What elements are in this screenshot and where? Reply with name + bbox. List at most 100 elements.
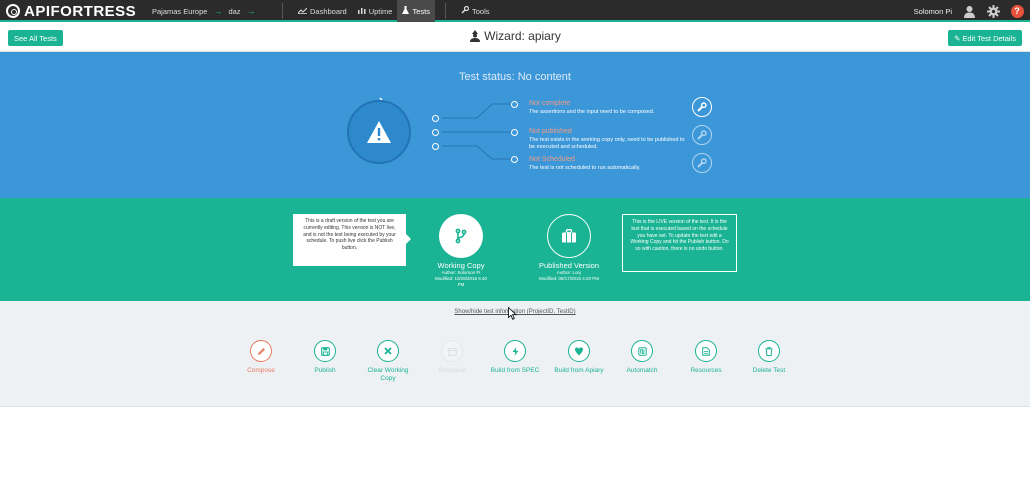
nav-uptime-label: Uptime [368, 6, 393, 16]
resources-button[interactable]: Resources [676, 340, 736, 375]
status-dot [432, 115, 439, 122]
automatch-label: Automatch [626, 367, 658, 374]
working-copy-name: Working Copy [437, 261, 485, 270]
page-title-text: Wizard: apiary [484, 29, 561, 43]
nav-tools-label: Tools [471, 6, 490, 16]
clear-working-copy-label: Clear Working Copy [367, 367, 409, 383]
warning-icon [367, 121, 391, 143]
status-dot [511, 129, 518, 136]
pencil-icon: ✎ [954, 33, 961, 43]
working-copy-modified: Modified: 10/28/2016 5:40 PM [434, 275, 488, 287]
working-copy[interactable]: Working Copy Author: Solomon Pi Modified… [431, 214, 491, 288]
nav-tools[interactable]: Tools [456, 0, 495, 22]
fix-complete-button[interactable] [692, 97, 712, 117]
branch-icon [455, 228, 467, 244]
status-connector-lines [379, 97, 511, 160]
status-warning-circle [347, 100, 411, 164]
logo-icon [6, 4, 20, 18]
flask-icon [402, 6, 410, 16]
wrench-icon [697, 158, 707, 168]
edit-test-details-label: Edit Test Details [962, 33, 1016, 43]
published-version[interactable]: Published Version Author: Lory Modified:… [529, 214, 609, 282]
nav-divider [282, 3, 283, 19]
resources-label: Resources [690, 367, 722, 374]
versions-panel: This is a draft version of the test you … [0, 198, 1030, 301]
status-item-title: Not complete [529, 100, 571, 107]
status-item-desc: The test exists in the working copy only… [529, 136, 685, 150]
status-item-desc: The test is not scheduled to run automat… [529, 164, 641, 171]
mouse-cursor-icon [508, 306, 517, 325]
main-nav: Dashboard Uptime Tests Tools [272, 0, 495, 22]
build-from-apiary-button[interactable]: Build from Apiary [549, 340, 609, 375]
status-dot [511, 156, 518, 163]
document-icon [695, 340, 717, 362]
publish-button[interactable]: Publish [295, 340, 355, 375]
nav-divider [444, 3, 446, 19]
status-item-desc: The assertions and the input need to be … [529, 108, 655, 115]
wrench-icon [697, 102, 707, 112]
logo[interactable]: APIFORTRESS [6, 2, 136, 20]
clear-working-copy-button[interactable]: Clear Working Copy [358, 340, 418, 384]
logo-text: APIFORTRESS [24, 2, 137, 20]
status-not-published: Not published The test exists in the wor… [529, 128, 689, 151]
status-dot [432, 143, 439, 150]
help-icon[interactable]: ? [1010, 4, 1024, 18]
schedule-label: Schedule [438, 367, 466, 374]
automatch-icon [631, 340, 653, 362]
wrench-icon [697, 130, 707, 140]
wizard-icon [469, 30, 481, 42]
build-from-spec-button[interactable]: Build from SPEC [485, 340, 545, 375]
nav-uptime[interactable]: Uptime [352, 0, 398, 22]
wrench-icon [461, 5, 470, 16]
status-not-complete: Not complete The assertions and the inpu… [529, 100, 689, 116]
trash-icon [758, 340, 780, 362]
gear-icon[interactable] [986, 4, 1000, 18]
published-version-name: Published Version [538, 261, 600, 270]
compose-label: Compose [247, 367, 275, 374]
build-from-spec-label: Build from SPEC [490, 367, 540, 374]
delete-test-button[interactable]: Delete Test [739, 340, 799, 375]
working-copy-tooltip: This is a draft version of the test you … [293, 214, 411, 266]
published-version-tooltip: This is the LIVE version of the test. It… [622, 214, 737, 272]
nav-tests[interactable]: Tests [397, 0, 435, 22]
working-copy-circle[interactable] [439, 214, 483, 258]
user-icon[interactable] [962, 4, 976, 18]
chart-icon [297, 7, 308, 16]
compose-button[interactable]: Compose [231, 340, 291, 375]
status-item-title: Not Scheduled [529, 156, 575, 163]
bar-chart-icon [357, 7, 366, 16]
status-not-scheduled: Not Scheduled The test is not scheduled … [529, 156, 689, 172]
briefcase-icon [562, 229, 576, 243]
apiary-icon [568, 340, 590, 362]
arrow-right-icon: → [213, 6, 223, 16]
status-item-title: Not published [529, 128, 572, 135]
delete-test-label: Delete Test [752, 367, 786, 374]
published-version-modified: Modified: 08/17/2016 4:20 PM [538, 275, 600, 281]
publish-label: Publish [314, 367, 336, 374]
test-status-panel: Test status: No content Not complete The… [0, 52, 1030, 198]
published-version-circle[interactable] [547, 214, 591, 258]
status-dot [432, 129, 439, 136]
fix-published-button[interactable] [692, 125, 712, 145]
edit-test-details-button[interactable]: ✎ Edit Test Details [948, 30, 1022, 46]
x-icon [377, 340, 399, 362]
automatch-button[interactable]: Automatch [612, 340, 672, 375]
build-from-apiary-label: Build from Apiary [554, 367, 604, 374]
page-title: Wizard: apiary [0, 29, 1030, 43]
breadcrumb-company[interactable]: Pajamas Europe [152, 7, 207, 16]
breadcrumb-project[interactable]: daz [228, 7, 240, 16]
arrow-right-icon: → [246, 6, 256, 16]
nav-dashboard[interactable]: Dashboard [293, 0, 352, 22]
user-area: Solomon Pi ? [914, 0, 1024, 22]
schedule-button[interactable]: Schedule [422, 340, 482, 375]
status-dot [511, 101, 518, 108]
title-bar: See All Tests Wizard: apiary ✎ Edit Test… [0, 24, 1030, 52]
bolt-icon [504, 340, 526, 362]
calendar-icon [441, 340, 463, 362]
nav-tests-label: Tests [412, 6, 430, 16]
breadcrumb: Pajamas Europe → daz → [152, 0, 262, 22]
fix-scheduled-button[interactable] [692, 153, 712, 173]
save-icon [314, 340, 336, 362]
user-name[interactable]: Solomon Pi [914, 7, 952, 16]
top-navbar: APIFORTRESS Pajamas Europe → daz → Dashb… [0, 0, 1030, 22]
